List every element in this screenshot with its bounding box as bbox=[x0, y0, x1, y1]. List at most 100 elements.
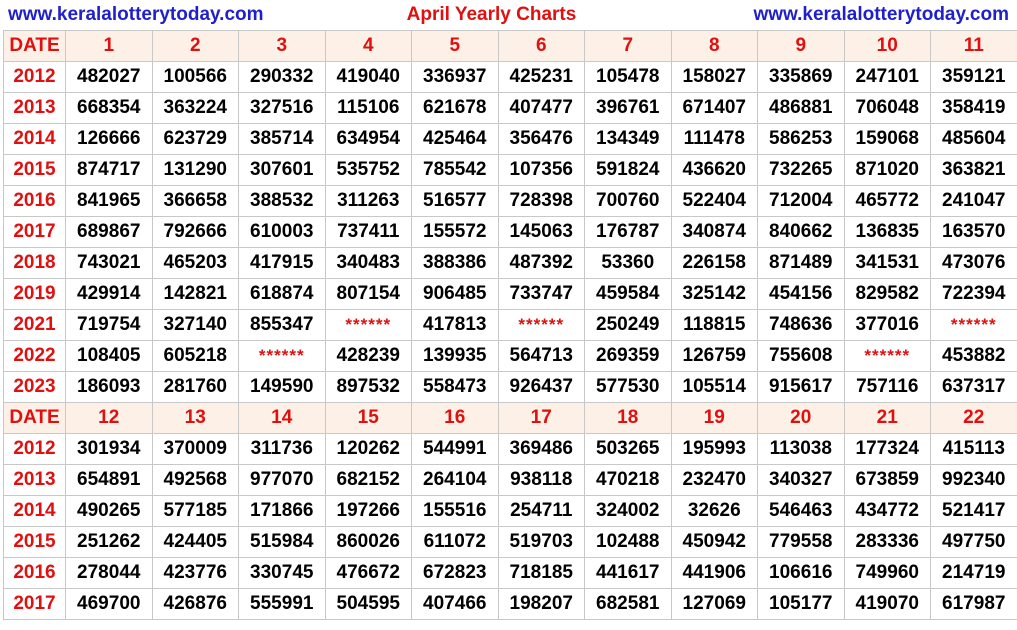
result-cell: 330745 bbox=[238, 557, 326, 589]
result-cell: 415113 bbox=[930, 433, 1017, 465]
result-cell: 423776 bbox=[151, 557, 239, 589]
result-cell: 105478 bbox=[584, 61, 672, 93]
table-row: 2015 874717 131290 307601 535752 785542 107356… bbox=[3, 154, 1017, 186]
result-cell: 105514 bbox=[670, 371, 758, 403]
result-cell: 450942 bbox=[670, 526, 758, 558]
result-cell: 634954 bbox=[324, 123, 412, 155]
result-cell: 336937 bbox=[411, 61, 499, 93]
result-cell: 577185 bbox=[151, 495, 239, 527]
result-cell: 977070 bbox=[238, 464, 326, 496]
result-cell: 177324 bbox=[843, 433, 931, 465]
year-cell: 2022 bbox=[3, 340, 66, 372]
result-cell: 504595 bbox=[324, 588, 412, 620]
result-cell: 871489 bbox=[757, 247, 845, 279]
result-cell: 855347 bbox=[238, 309, 326, 341]
result-cell: 32626 bbox=[670, 495, 758, 527]
table-row: 2019 429914 142821 618874 807154 906485 733747… bbox=[3, 278, 1017, 310]
table-row: 2016 841965 366658 388532 311263 516577 728398… bbox=[3, 185, 1017, 217]
result-cell: 232470 bbox=[670, 464, 758, 496]
result-cell: 106616 bbox=[757, 557, 845, 589]
result-cell: 340483 bbox=[324, 247, 412, 279]
result-cell: 155572 bbox=[411, 216, 499, 248]
result-cell: 251262 bbox=[65, 526, 153, 558]
result-cell: 497750 bbox=[930, 526, 1017, 558]
day-header: 3 bbox=[238, 30, 326, 62]
result-cell: 718185 bbox=[497, 557, 585, 589]
result-cell: 278044 bbox=[65, 557, 153, 589]
result-cell: 897532 bbox=[324, 371, 412, 403]
day-header: 11 bbox=[930, 30, 1017, 62]
day-header: 5 bbox=[411, 30, 499, 62]
result-cell: 516577 bbox=[411, 185, 499, 217]
result-cell: 519703 bbox=[497, 526, 585, 558]
result-cell: 623729 bbox=[151, 123, 239, 155]
result-cell: 269359 bbox=[584, 340, 672, 372]
chart-body: DATE 1 2 3 4 5 6 7 8 9 10 11 2012 482027 100566 290332 4… bbox=[3, 30, 1017, 620]
result-cell: 307601 bbox=[238, 154, 326, 186]
year-cell: 2019 bbox=[3, 278, 66, 310]
day-header: 8 bbox=[670, 30, 758, 62]
result-cell: 522404 bbox=[670, 185, 758, 217]
result-cell: 465772 bbox=[843, 185, 931, 217]
day-header: 7 bbox=[584, 30, 672, 62]
result-cell: 324002 bbox=[584, 495, 672, 527]
result-cell: 388532 bbox=[238, 185, 326, 217]
result-cell: 700760 bbox=[584, 185, 672, 217]
day-header: 14 bbox=[238, 402, 326, 434]
table-row: 2012 482027 100566 290332 419040 336937 425231… bbox=[3, 61, 1017, 93]
result-cell: 671407 bbox=[670, 92, 758, 124]
result-cell: 722394 bbox=[930, 278, 1017, 310]
result-cell: 485604 bbox=[930, 123, 1017, 155]
year-cell: 2015 bbox=[3, 154, 66, 186]
result-cell: 118815 bbox=[670, 309, 758, 341]
result-cell: 195993 bbox=[670, 433, 758, 465]
result-cell: 108405 bbox=[65, 340, 153, 372]
result-cell-missing: ****** bbox=[930, 309, 1017, 341]
day-header: 1 bbox=[65, 30, 153, 62]
result-cell: 906485 bbox=[411, 278, 499, 310]
result-cell: 829582 bbox=[843, 278, 931, 310]
result-cell: 586253 bbox=[757, 123, 845, 155]
result-cell: 874717 bbox=[65, 154, 153, 186]
result-cell: 131290 bbox=[151, 154, 239, 186]
result-cell: 136835 bbox=[843, 216, 931, 248]
result-cell: 486881 bbox=[757, 92, 845, 124]
result-cell: 564713 bbox=[497, 340, 585, 372]
result-cell: 728398 bbox=[497, 185, 585, 217]
day-header: 15 bbox=[324, 402, 412, 434]
result-cell-missing: ****** bbox=[497, 309, 585, 341]
result-cell: 388386 bbox=[411, 247, 499, 279]
result-cell: 126759 bbox=[670, 340, 758, 372]
result-cell: 197266 bbox=[324, 495, 412, 527]
result-cell: 733747 bbox=[497, 278, 585, 310]
result-cell: 120262 bbox=[324, 433, 412, 465]
result-cell-missing: ****** bbox=[238, 340, 326, 372]
table-row: 2016 278044 423776 330745 476672 672823 718185… bbox=[3, 557, 1017, 589]
day-header: 6 bbox=[497, 30, 585, 62]
result-cell: 503265 bbox=[584, 433, 672, 465]
result-cell: 668354 bbox=[65, 92, 153, 124]
result-cell: 436620 bbox=[670, 154, 758, 186]
result-cell: 100566 bbox=[151, 61, 239, 93]
year-cell: 2017 bbox=[3, 216, 66, 248]
result-cell: 363821 bbox=[930, 154, 1017, 186]
result-cell: 785542 bbox=[411, 154, 499, 186]
result-cell: 290332 bbox=[238, 61, 326, 93]
year-cell: 2013 bbox=[3, 464, 66, 496]
result-cell: 860026 bbox=[324, 526, 412, 558]
result-cell: 385714 bbox=[238, 123, 326, 155]
result-cell: 171866 bbox=[238, 495, 326, 527]
result-cell: 840662 bbox=[757, 216, 845, 248]
result-cell: 749960 bbox=[843, 557, 931, 589]
result-cell: 779558 bbox=[757, 526, 845, 558]
result-cell: 186093 bbox=[65, 371, 153, 403]
result-cell: 591824 bbox=[584, 154, 672, 186]
result-cell: 311263 bbox=[324, 185, 412, 217]
result-cell: 424405 bbox=[151, 526, 239, 558]
day-header: 18 bbox=[584, 402, 672, 434]
year-cell: 2016 bbox=[3, 557, 66, 589]
result-cell: 356476 bbox=[497, 123, 585, 155]
result-cell: 757116 bbox=[843, 371, 931, 403]
result-cell: 621678 bbox=[411, 92, 499, 124]
site-url-right[interactable]: www.keralalotterytoday.com bbox=[753, 0, 1009, 30]
